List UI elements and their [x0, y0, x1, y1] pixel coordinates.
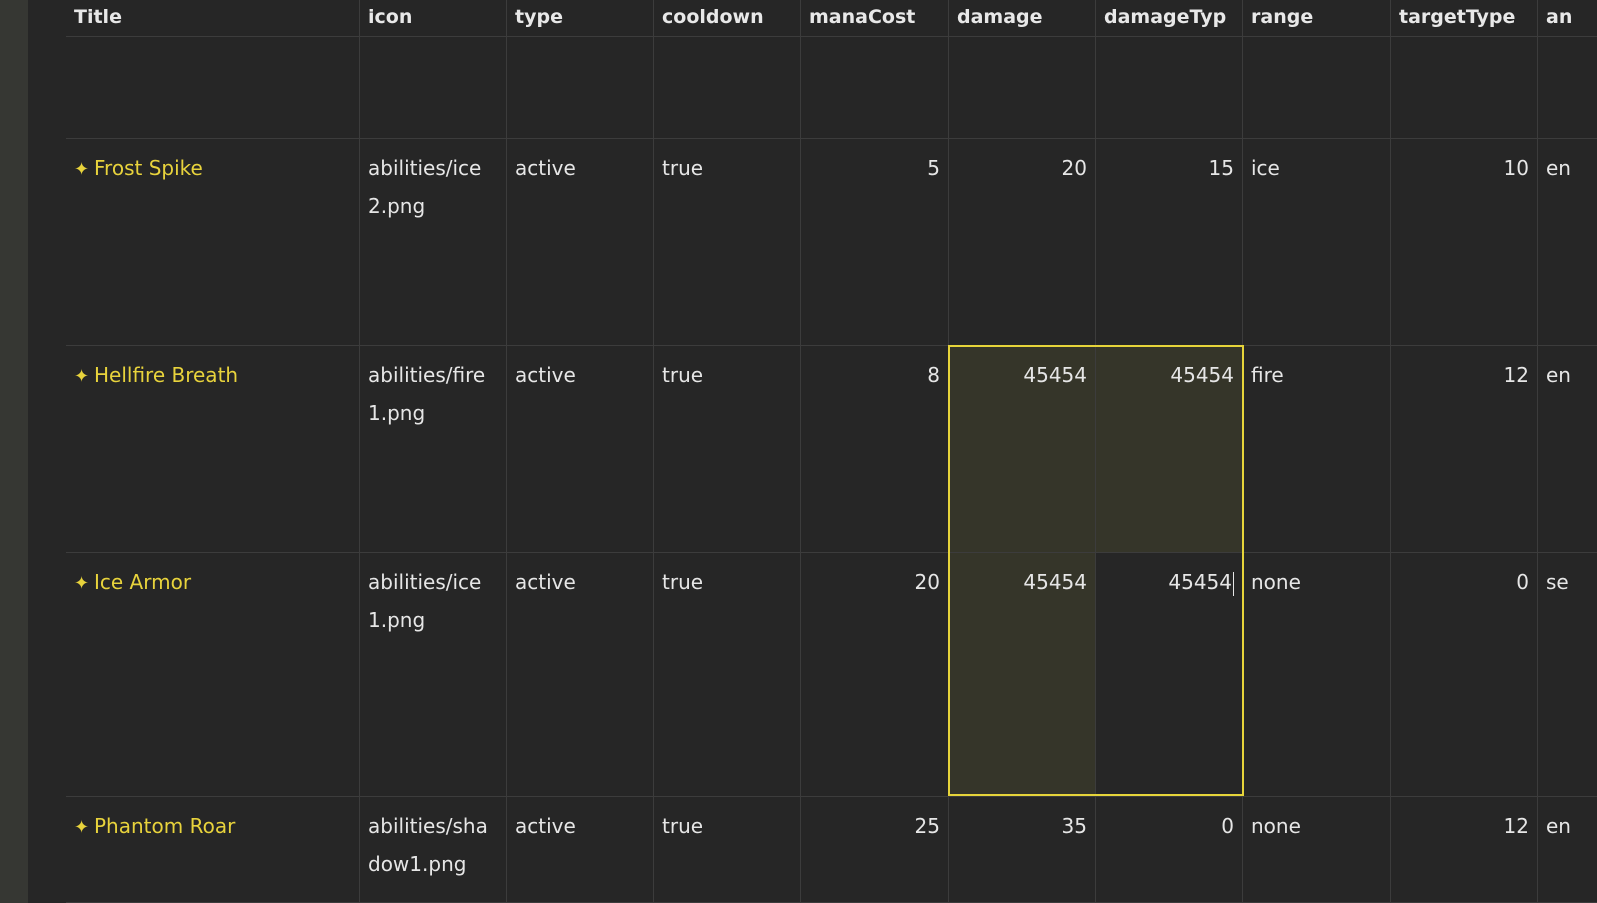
cell-title[interactable]: ✦ Ice Armor	[66, 553, 360, 797]
left-gutter	[0, 0, 28, 903]
table-row	[66, 37, 1597, 139]
cell-type[interactable]: active	[507, 553, 654, 797]
cell-damage[interactable]: 20	[949, 139, 1096, 346]
cell-icon[interactable]: abilities/shadow1.png	[360, 797, 507, 903]
cell-damagetype[interactable]: 0	[1096, 797, 1243, 903]
column-header-damage[interactable]: damage	[949, 0, 1096, 37]
cell-icon[interactable]: abilities/ice1.png	[360, 553, 507, 797]
column-header-range[interactable]: range	[1243, 0, 1391, 37]
cell-cooldown[interactable]: true	[654, 797, 801, 903]
column-header-damagetype[interactable]: damageType	[1096, 0, 1243, 37]
cell-an[interactable]: en	[1538, 797, 1597, 903]
cell-cooldown[interactable]: true	[654, 139, 801, 346]
cell-targettype[interactable]	[1391, 37, 1538, 139]
cell-damage[interactable]: 35	[949, 797, 1096, 903]
cell-type[interactable]	[507, 37, 654, 139]
cell-type[interactable]: active	[507, 346, 654, 553]
cell-damagetype[interactable]: 15	[1096, 139, 1243, 346]
cell-an[interactable]	[1538, 37, 1597, 139]
sparkle-icon: ✦	[74, 366, 90, 387]
column-header-manacost[interactable]: manaCost	[801, 0, 949, 37]
cell-icon[interactable]: abilities/fire1.png	[360, 346, 507, 553]
cell-range[interactable]: none	[1243, 797, 1391, 903]
data-grid: Title icon type cooldown manaCost damage…	[66, 0, 1597, 903]
cell-title-text: Phantom Roar	[94, 814, 236, 838]
cell-title[interactable]: ✦ Hellfire Breath	[66, 346, 360, 553]
cell-cooldown[interactable]: true	[654, 346, 801, 553]
cell-range[interactable]: none	[1243, 553, 1391, 797]
cell-title-text: Ice Armor	[94, 570, 192, 594]
cell-damage[interactable]	[949, 37, 1096, 139]
column-header-cooldown[interactable]: cooldown	[654, 0, 801, 37]
cell-icon[interactable]: abilities/ice2.png	[360, 139, 507, 346]
cell-type[interactable]: active	[507, 797, 654, 903]
cell-manacost[interactable]: 20	[801, 553, 949, 797]
cell-title[interactable]: ✦ Phantom Roar	[66, 797, 360, 903]
cell-title[interactable]	[66, 37, 360, 139]
cell-range[interactable]: fire	[1243, 346, 1391, 553]
column-header-title[interactable]: Title	[66, 0, 360, 37]
cell-targettype[interactable]: 0	[1391, 553, 1538, 797]
column-header-type[interactable]: type	[507, 0, 654, 37]
cell-damagetype[interactable]	[1096, 37, 1243, 139]
cell-targettype[interactable]: 12	[1391, 346, 1538, 553]
column-header-an[interactable]: an	[1538, 0, 1597, 37]
cell-cooldown[interactable]	[654, 37, 801, 139]
cell-manacost[interactable]: 5	[801, 139, 949, 346]
cell-icon[interactable]	[360, 37, 507, 139]
table-row: ✦ Phantom Roar abilities/shadow1.png acti…	[66, 797, 1597, 903]
column-header-targettype[interactable]: targetType	[1391, 0, 1538, 37]
cell-an[interactable]: se	[1538, 553, 1597, 797]
cell-title[interactable]: ✦ Frost Spike	[66, 139, 360, 346]
row-gutter	[28, 0, 66, 903]
table-row: ✦ Hellfire Breath abilities/fire1.png act…	[66, 346, 1597, 553]
cell-an[interactable]: en	[1538, 346, 1597, 553]
header-row: Title icon type cooldown manaCost damage…	[66, 0, 1597, 37]
text-caret	[1233, 571, 1234, 596]
cell-manacost[interactable]: 8	[801, 346, 949, 553]
table-row: ✦ Ice Armor abilities/ice1.png active tru…	[66, 553, 1597, 797]
sparkle-icon: ✦	[74, 573, 90, 594]
table-row: ✦ Frost Spike abilities/ice2.png active t…	[66, 139, 1597, 346]
cell-damage[interactable]: 45454	[949, 553, 1096, 797]
cell-title-text: Frost Spike	[94, 156, 203, 180]
column-header-icon[interactable]: icon	[360, 0, 507, 37]
cell-type[interactable]: active	[507, 139, 654, 346]
sparkle-icon: ✦	[74, 159, 90, 180]
cell-manacost[interactable]: 25	[801, 797, 949, 903]
cell-manacost[interactable]	[801, 37, 949, 139]
cell-damage[interactable]: 45454	[949, 346, 1096, 553]
cell-an[interactable]: en	[1538, 139, 1597, 346]
cell-damagetype-editing[interactable]: 45454	[1096, 553, 1243, 797]
cell-targettype[interactable]: 12	[1391, 797, 1538, 903]
cell-range[interactable]	[1243, 37, 1391, 139]
cell-damagetype[interactable]: 45454	[1096, 346, 1243, 553]
sparkle-icon: ✦	[74, 817, 90, 838]
cell-targettype[interactable]: 10	[1391, 139, 1538, 346]
cell-damagetype-text: 45454	[1168, 570, 1232, 594]
cell-title-text: Hellfire Breath	[94, 363, 239, 387]
cell-cooldown[interactable]: true	[654, 553, 801, 797]
cell-range[interactable]: ice	[1243, 139, 1391, 346]
